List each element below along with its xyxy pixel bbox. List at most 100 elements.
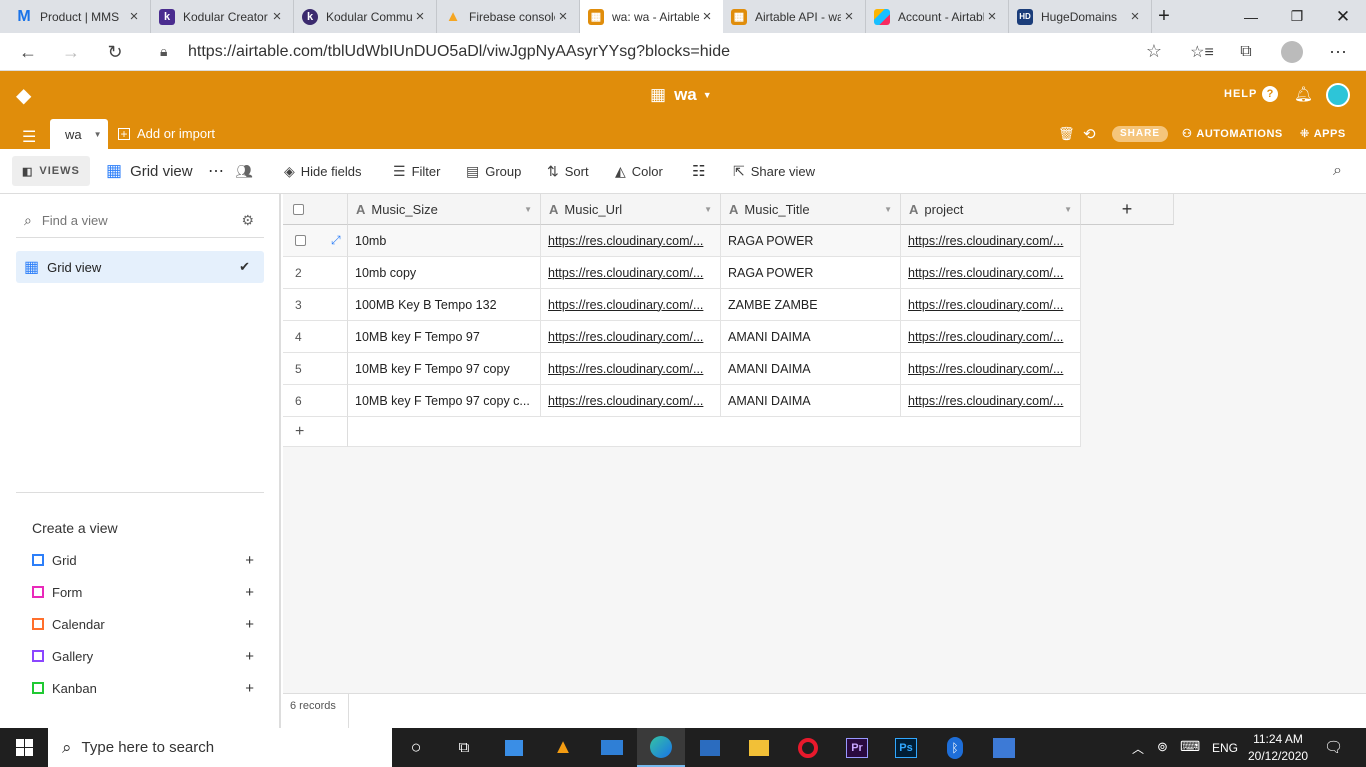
close-icon[interactable]: ×	[699, 8, 715, 25]
news-icon[interactable]	[686, 728, 734, 767]
close-icon[interactable]: ×	[841, 8, 857, 25]
add-field-button[interactable]: +	[1081, 194, 1174, 225]
photoshop-icon[interactable]: Ps	[882, 728, 930, 767]
taskbar-search[interactable]: ⌕ Type here to search	[48, 728, 392, 767]
file-explorer-icon[interactable]	[735, 728, 783, 767]
share-view-button[interactable]: ⇱ Share view	[733, 159, 815, 183]
browser-tab[interactable]: ▦ Airtable API - wa ×	[723, 0, 866, 33]
history-icon[interactable]: ⟲	[1083, 125, 1096, 143]
grid-cell-url[interactable]: https://res.cloudinary.com/...	[541, 225, 721, 257]
search-icon[interactable]: ⌕	[1333, 159, 1342, 183]
hide-fields-button[interactable]: ◈ Hide fields	[284, 159, 361, 183]
profile-icon[interactable]	[1278, 38, 1306, 66]
create-calendar-view[interactable]: Calendar +	[32, 614, 254, 634]
close-icon[interactable]: ×	[269, 8, 285, 25]
row-number[interactable]: 5	[283, 353, 348, 385]
restore-button[interactable]: ❐	[1274, 0, 1320, 33]
grid-cell-title[interactable]: RAGA POWER	[721, 225, 901, 257]
view-menu-icon[interactable]: ⋯	[208, 159, 224, 183]
reload-button[interactable]: ↻	[101, 38, 129, 66]
create-grid-view[interactable]: Grid +	[32, 550, 254, 570]
bell-icon[interactable]: 🔔︎	[1294, 85, 1313, 103]
collections-icon[interactable]: ⧉	[1232, 38, 1260, 66]
column-header[interactable]: A Music_Title ▼	[721, 194, 901, 225]
vlc-icon[interactable]: ▲	[539, 728, 587, 767]
browser-tab[interactable]: k Kodular Creator ×	[151, 0, 294, 33]
minimize-button[interactable]: —	[1228, 0, 1274, 33]
grid-cell-url[interactable]: https://res.cloudinary.com/...	[541, 289, 721, 321]
back-button[interactable]: ←	[14, 38, 42, 66]
share-button[interactable]: SHARE	[1112, 126, 1168, 142]
apps-button[interactable]: ⁜ APPS	[1300, 127, 1346, 141]
browser-tab[interactable]: ▲ Firebase console ×	[437, 0, 580, 33]
chevron-down-icon[interactable]: ▼	[524, 205, 532, 214]
row-number[interactable]: 3	[283, 289, 348, 321]
sidebar-item-grid-view[interactable]: ▦ Grid view ✔	[16, 251, 264, 283]
store-icon[interactable]	[490, 728, 538, 767]
automations-button[interactable]: ⚇ AUTOMATIONS	[1182, 127, 1283, 141]
mail-icon[interactable]	[588, 728, 636, 767]
grid-cell-size[interactable]: 10MB key F Tempo 97	[348, 321, 541, 353]
group-button[interactable]: ▤ Group	[466, 159, 521, 183]
browser-tab[interactable]: k Kodular Community ×	[294, 0, 437, 33]
views-toggle-button[interactable]: ◧ VIEWS	[12, 156, 90, 186]
grid-cell-title[interactable]: AMANI DAIMA	[721, 321, 901, 353]
help-icon[interactable]: ?	[1262, 86, 1278, 102]
close-icon[interactable]: ×	[126, 8, 142, 25]
clock-time[interactable]: 11:24 AM	[1248, 732, 1308, 746]
row-number[interactable]: 4	[283, 321, 348, 353]
close-icon[interactable]: ×	[412, 8, 428, 25]
grid-cell-url[interactable]: https://res.cloudinary.com/...	[541, 353, 721, 385]
create-gallery-view[interactable]: Gallery +	[32, 646, 254, 666]
airtable-logo-icon[interactable]: ◆	[16, 83, 40, 107]
column-header[interactable]: A Music_Size ▼	[348, 194, 541, 225]
help-label[interactable]: HELP	[1224, 88, 1257, 100]
windows-start-icon[interactable]	[0, 728, 48, 767]
row-height-icon[interactable]: ☷	[692, 159, 705, 183]
chevron-up-icon[interactable]: ︿	[1132, 740, 1144, 757]
notification-icon[interactable]: 🗨︎	[1324, 738, 1343, 756]
grid-cell-title[interactable]: RAGA POWER	[721, 257, 901, 289]
sort-button[interactable]: ⇅ Sort	[547, 159, 589, 183]
grid-cell-size[interactable]: 10mb	[348, 225, 541, 257]
favorites-icon[interactable]: ☆≡	[1188, 38, 1216, 66]
close-icon[interactable]: ×	[1127, 8, 1143, 25]
grid-cell-size[interactable]: 10mb copy	[348, 257, 541, 289]
row-number[interactable]: ⤢	[283, 225, 348, 257]
app-icon[interactable]	[980, 728, 1028, 767]
create-kanban-view[interactable]: Kanban +	[32, 678, 254, 698]
select-all-checkbox[interactable]	[293, 203, 304, 215]
grid-cell-project[interactable]: https://res.cloudinary.com/...	[901, 289, 1081, 321]
expand-record-icon[interactable]: ⤢	[331, 233, 341, 248]
keyboard-icon[interactable]: ⌨	[1180, 738, 1200, 755]
bluetooth-icon[interactable]: ᛒ	[931, 728, 979, 767]
grid-cell-project[interactable]: https://res.cloudinary.com/...	[901, 321, 1081, 353]
grid-cell-size[interactable]: 100MB Key B Tempo 132	[348, 289, 541, 321]
find-view-input[interactable]	[41, 213, 222, 228]
browser-tab[interactable]: HD HugeDomains ×	[1009, 0, 1152, 33]
grid-cell-project[interactable]: https://res.cloudinary.com/...	[901, 385, 1081, 417]
base-title[interactable]: ▦ wa ▼	[650, 85, 712, 105]
edge-icon[interactable]	[637, 728, 685, 767]
new-tab-button[interactable]: +	[1152, 0, 1176, 33]
row-checkbox[interactable]	[295, 235, 306, 246]
browser-tab-active[interactable]: ▦ wa: wa - Airtable ×	[580, 0, 723, 33]
add-or-import-button[interactable]: + Add or import	[118, 126, 215, 141]
table-tab[interactable]: wa ▼	[50, 119, 108, 149]
star-icon[interactable]: ☆	[1146, 41, 1162, 62]
language-indicator[interactable]: ENG	[1212, 741, 1238, 755]
filter-button[interactable]: ☰ Filter	[393, 159, 440, 183]
create-form-view[interactable]: Form +	[32, 582, 254, 602]
clock-date[interactable]: 20/12/2020	[1248, 749, 1308, 763]
trash-icon[interactable]: 🗑︎	[1058, 126, 1075, 142]
add-row-area[interactable]	[348, 417, 1081, 447]
forward-button[interactable]: →	[57, 38, 85, 66]
find-view-field[interactable]: ⌕ ⚙	[16, 204, 264, 238]
menu-icon[interactable]: ☰	[22, 127, 36, 147]
grid-cell-title[interactable]: AMANI DAIMA	[721, 385, 901, 417]
close-icon[interactable]: ×	[555, 8, 571, 25]
collaborators-icon[interactable]: 👥︎	[235, 159, 253, 183]
grid-cell-project[interactable]: https://res.cloudinary.com/...	[901, 225, 1081, 257]
premiere-icon[interactable]: Pr	[833, 728, 881, 767]
gear-icon[interactable]: ⚙	[241, 212, 254, 229]
